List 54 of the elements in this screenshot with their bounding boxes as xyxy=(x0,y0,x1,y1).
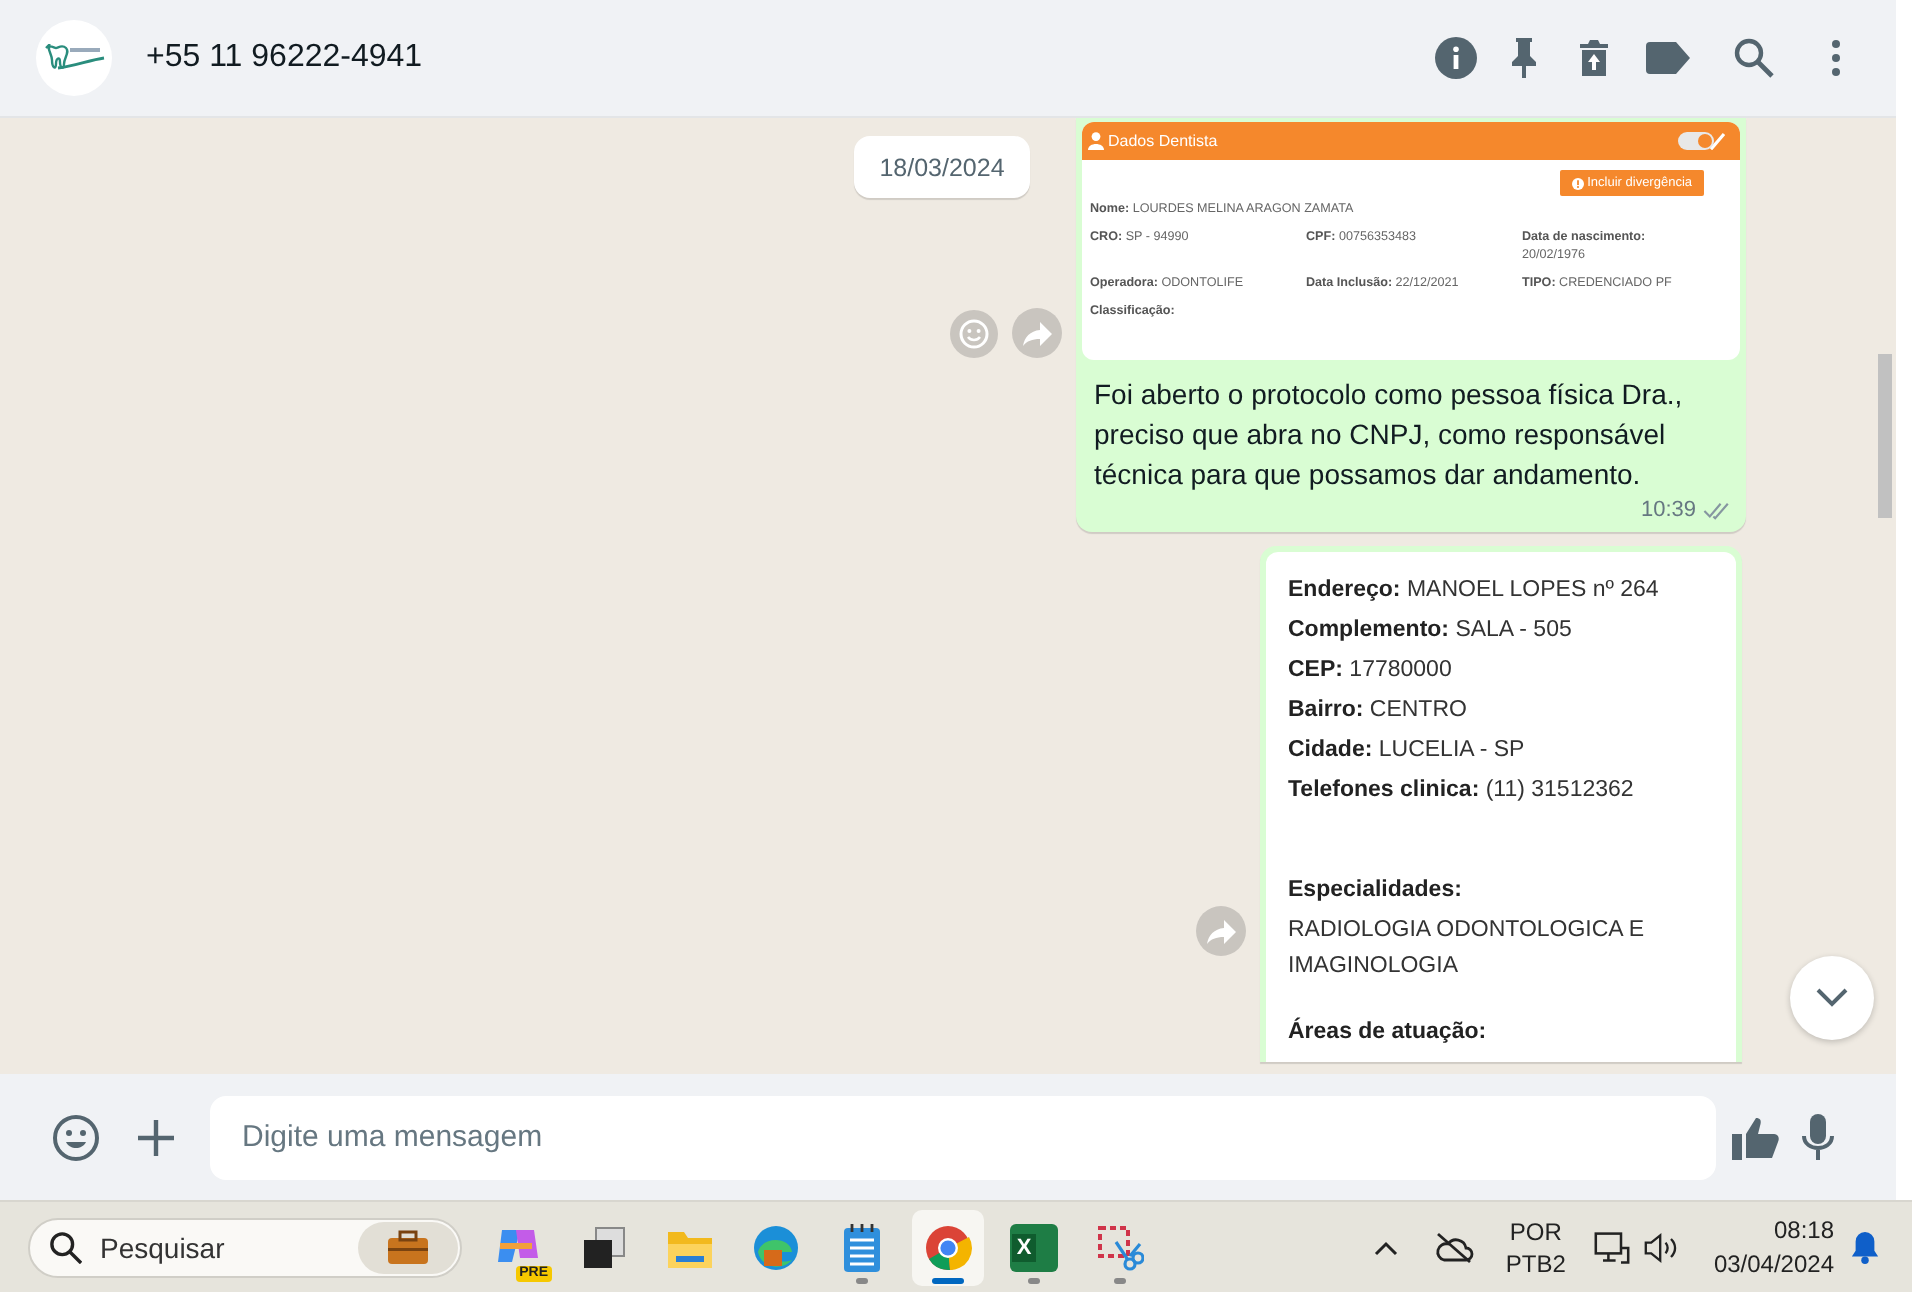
search-placeholder: Pesquisar xyxy=(100,1231,225,1263)
section-heading: Áreas de atuação: xyxy=(1288,1016,1489,1048)
taskbar-app[interactable]: X xyxy=(998,1209,1070,1285)
detail-line: Endereço: MANOEL LOPES nº 264 xyxy=(1288,576,1661,606)
detail-line: Telefones clinica: (11) 31512362 xyxy=(1288,776,1636,806)
detail-line: Cidade: LUCELIA - SP xyxy=(1288,736,1527,766)
chrome-icon xyxy=(924,1223,972,1271)
clock-time: 08:18 xyxy=(1773,1213,1834,1247)
taskbar-search-field[interactable]: Pesquisar xyxy=(28,1217,462,1277)
task-view-icon xyxy=(580,1223,628,1271)
notepad-icon xyxy=(842,1221,882,1273)
contact-avatar[interactable] xyxy=(36,20,112,96)
clock[interactable]: 08:18 03/04/2024 xyxy=(1713,1213,1834,1281)
speaker-icon[interactable] xyxy=(1643,1231,1680,1263)
bell-icon[interactable] xyxy=(1850,1230,1880,1264)
user-icon xyxy=(1088,132,1104,150)
keyboard-layout: PTB2 xyxy=(1505,1247,1566,1279)
emoji-icon[interactable] xyxy=(52,1113,100,1161)
chevron-up-icon[interactable] xyxy=(1373,1239,1398,1255)
form-title: Dados Dentista xyxy=(1108,132,1218,150)
plus-icon[interactable] xyxy=(136,1117,176,1157)
network-icon[interactable] xyxy=(1593,1229,1630,1265)
message-time: 10:39 xyxy=(1640,498,1696,522)
language-indicator[interactable]: POR PTB2 xyxy=(1505,1215,1566,1279)
detail-line: Complemento: SALA - 505 xyxy=(1288,616,1574,646)
thumbs-up-icon[interactable] xyxy=(1732,1115,1780,1159)
language-code: POR xyxy=(1509,1215,1562,1247)
briefcase-icon xyxy=(358,1221,458,1273)
contact-phone: +55 11 96222-4941 xyxy=(146,40,423,76)
message-text: Foi aberto o protocolo como pessoa física Dra., preciso que abra no CNPJ, como responsável técnica para que possamos dar andamento. xyxy=(1092,376,1685,494)
toggle-switch[interactable] xyxy=(1678,132,1714,150)
pin-icon[interactable] xyxy=(1510,36,1538,80)
tag-icon[interactable] xyxy=(1646,42,1690,74)
clock-date: 03/04/2024 xyxy=(1713,1247,1834,1281)
info-icon[interactable] xyxy=(1434,36,1478,80)
scrollbar-thumb[interactable] xyxy=(1878,354,1892,518)
search-icon[interactable] xyxy=(1734,38,1774,78)
chevron-down-icon xyxy=(1816,988,1848,1008)
detail-line: Bairro: CENTRO xyxy=(1288,696,1469,726)
date-badge: 18/03/2024 xyxy=(854,136,1030,198)
search-icon xyxy=(50,1231,82,1263)
trash-icon[interactable] xyxy=(1578,38,1610,78)
excel-icon: X xyxy=(1010,1223,1058,1271)
alert-icon xyxy=(1571,177,1584,189)
section-heading: Especialidades: xyxy=(1288,876,1464,906)
menu-icon[interactable] xyxy=(1832,40,1840,76)
microphone-icon[interactable] xyxy=(1802,1113,1834,1161)
snipping-tool-icon xyxy=(1096,1223,1144,1271)
section-value: RADIOLOGIA ODONTOLOGICA E IMAGINOLOGIA xyxy=(1288,916,1647,982)
message-input[interactable]: Digite uma mensagem xyxy=(210,1095,1716,1179)
cloud-off-icon[interactable] xyxy=(1433,1231,1474,1263)
tooth-logo-icon xyxy=(42,44,106,72)
detail-line: CEP: 17780000 xyxy=(1288,656,1454,686)
edge-icon xyxy=(752,1223,800,1271)
